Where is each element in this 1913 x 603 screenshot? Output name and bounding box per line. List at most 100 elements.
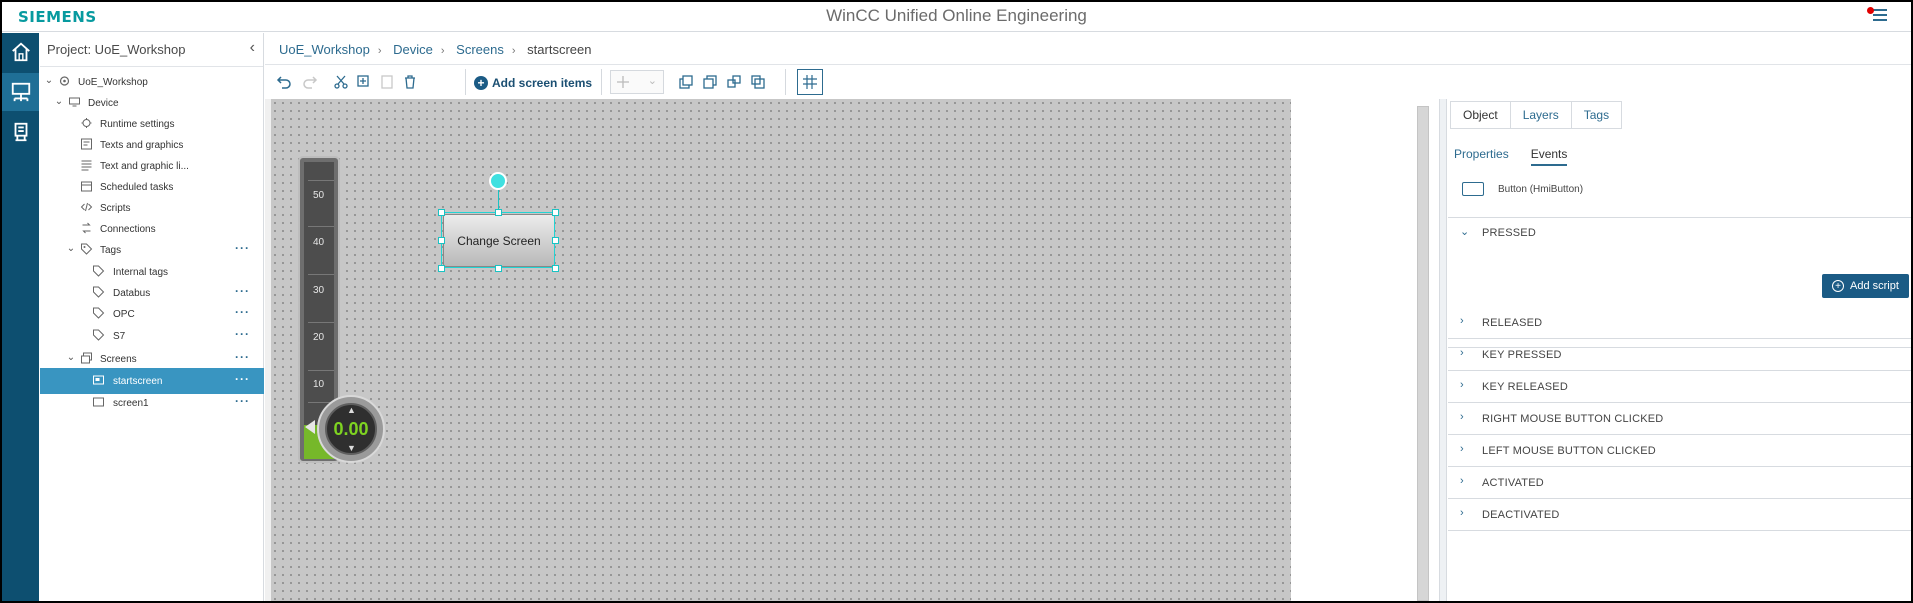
breadcrumb-current: startscreen — [527, 42, 592, 57]
more-options-icon[interactable]: ··· — [235, 241, 250, 255]
resize-handle[interactable] — [495, 209, 502, 216]
chevron-right-icon[interactable]: › — [1460, 411, 1464, 423]
bar-scale-label: 20 — [313, 332, 325, 343]
bring-forward-icon[interactable] — [723, 71, 745, 93]
breadcrumb: UoE_Workshop › Device › Screens › startscre… — [265, 33, 1911, 65]
event-released[interactable]: › RELEASED — [1448, 307, 1911, 339]
event-right-mouse-clicked[interactable]: › RIGHT MOUSE BUTTON CLICKED — [1448, 403, 1911, 435]
chevron-right-icon[interactable]: › — [1460, 379, 1464, 391]
screen-icon — [93, 397, 104, 407]
chevron-down-icon[interactable]: ⌄ — [66, 352, 76, 363]
resize-handle[interactable] — [552, 237, 559, 244]
chevron-up-icon[interactable]: ▲ — [347, 405, 356, 415]
title-bar: SIEMENS WinCC Unified Online Engineering — [2, 2, 1911, 32]
move-dropdown[interactable]: ⌄ — [610, 70, 664, 94]
breadcrumb-project[interactable]: UoE_Workshop — [279, 42, 370, 57]
tree-node-label: Databus — [113, 288, 151, 299]
more-options-icon[interactable]: ··· — [235, 284, 250, 298]
device-icon[interactable] — [2, 113, 39, 151]
screen-editor-icon[interactable] — [2, 73, 39, 111]
delete-icon[interactable] — [399, 71, 421, 93]
paste-icon[interactable] — [376, 71, 398, 93]
resize-handle[interactable] — [438, 265, 445, 272]
breadcrumb-screens[interactable]: Screens — [456, 42, 504, 57]
resize-handle[interactable] — [552, 265, 559, 272]
event-deactivated[interactable]: › DEACTIVATED — [1448, 499, 1911, 531]
bar-scale-label: 10 — [313, 379, 325, 390]
chevron-down-icon[interactable]: ⌄ — [54, 96, 64, 107]
event-label: PRESSED — [1482, 227, 1536, 239]
bring-to-front-icon[interactable] — [675, 71, 697, 93]
connections-icon — [82, 222, 91, 234]
resize-handle[interactable] — [438, 237, 445, 244]
inspector-tabs: Object Layers Tags — [1450, 101, 1623, 129]
left-rail — [2, 33, 39, 601]
vertical-scrollbar[interactable] — [1417, 106, 1429, 601]
chevron-right-icon[interactable]: › — [1460, 315, 1464, 327]
project-title: Project: UoE_Workshop — [47, 42, 186, 57]
add-screen-items-button[interactable]: + Add screen items — [474, 73, 592, 93]
screen-canvas[interactable] — [271, 99, 1291, 601]
chevron-down-icon[interactable]: ▼ — [347, 443, 356, 453]
chevron-right-icon[interactable]: › — [1460, 475, 1464, 487]
tab-object[interactable]: Object — [1450, 101, 1511, 129]
event-label: LEFT MOUSE BUTTON CLICKED — [1482, 445, 1656, 457]
collapse-panel-icon[interactable]: ‹ — [250, 39, 255, 57]
tree-node-label: Tags — [100, 245, 122, 256]
tree-header: Project: UoE_Workshop ‹ — [40, 33, 263, 67]
add-script-button[interactable]: + Add script — [1822, 274, 1909, 298]
resize-handle[interactable] — [552, 209, 559, 216]
event-activated[interactable]: › ACTIVATED — [1448, 467, 1911, 499]
tree-node-label: OPC — [113, 309, 135, 320]
event-label: KEY RELEASED — [1482, 381, 1568, 393]
send-backward-icon[interactable] — [747, 71, 769, 93]
add-script-label: Add script — [1850, 280, 1899, 292]
copy-icon[interactable] — [353, 71, 375, 93]
chevron-down-icon[interactable]: ⌄ — [1460, 225, 1469, 238]
chevron-right-icon[interactable]: › — [1460, 347, 1464, 359]
app-title: WinCC Unified Online Engineering — [826, 6, 1087, 25]
tree-node-label: Screens — [100, 354, 137, 365]
send-to-back-icon[interactable] — [699, 71, 721, 93]
tab-properties[interactable]: Properties — [1454, 147, 1509, 166]
event-key-pressed[interactable]: › KEY PRESSED — [1448, 339, 1911, 371]
chevron-down-icon[interactable]: ⌄ — [66, 243, 76, 254]
tree-node-label: Texts and graphics — [100, 140, 184, 151]
value-knob[interactable]: 0.00 ▲ ▼ — [317, 395, 385, 463]
undo-icon[interactable] — [273, 71, 295, 93]
tab-layers[interactable]: Layers — [1509, 101, 1572, 129]
more-options-icon[interactable]: ··· — [235, 305, 250, 319]
databus-tag-icon — [93, 286, 105, 298]
bar-scale-label: 30 — [313, 285, 325, 296]
tree-node-screen1[interactable]: screen1 ··· — [40, 390, 264, 416]
event-label: DEACTIVATED — [1482, 509, 1560, 521]
code-icon — [80, 202, 93, 212]
home-icon[interactable] — [2, 33, 39, 71]
more-options-icon[interactable]: ··· — [235, 350, 250, 364]
tree-node-label: Internal tags — [113, 267, 169, 278]
resize-handle[interactable] — [495, 265, 502, 272]
chevron-right-icon[interactable]: › — [1460, 507, 1464, 519]
chevron-down-icon[interactable]: ⌄ — [44, 75, 54, 86]
tree-node-label: S7 — [113, 331, 126, 342]
hamburger-menu-icon[interactable] — [1867, 7, 1887, 23]
tab-tags[interactable]: Tags — [1570, 101, 1623, 129]
event-key-released[interactable]: › KEY RELEASED — [1448, 371, 1911, 403]
more-options-icon[interactable]: ··· — [235, 327, 250, 341]
redo-icon[interactable] — [299, 71, 321, 93]
panel-splitter[interactable] — [1439, 99, 1447, 601]
rotate-handle-icon[interactable] — [489, 172, 507, 190]
resize-handle[interactable] — [438, 209, 445, 216]
editor-toolbar: + Add screen items ⌄ — [265, 65, 1446, 99]
event-left-mouse-clicked[interactable]: › LEFT MOUSE BUTTON CLICKED — [1448, 435, 1911, 467]
tab-events[interactable]: Events — [1530, 147, 1568, 166]
move-icon — [617, 76, 629, 88]
tree-node-label: Scripts — [100, 203, 131, 214]
more-options-icon[interactable]: ··· — [235, 394, 250, 408]
tree-node-label: Device — [88, 98, 119, 109]
breadcrumb-device[interactable]: Device — [393, 42, 433, 57]
more-options-icon[interactable]: ··· — [235, 372, 250, 386]
cut-icon[interactable] — [330, 71, 352, 93]
chevron-right-icon[interactable]: › — [1460, 443, 1464, 455]
grid-toggle-icon[interactable] — [797, 69, 823, 95]
